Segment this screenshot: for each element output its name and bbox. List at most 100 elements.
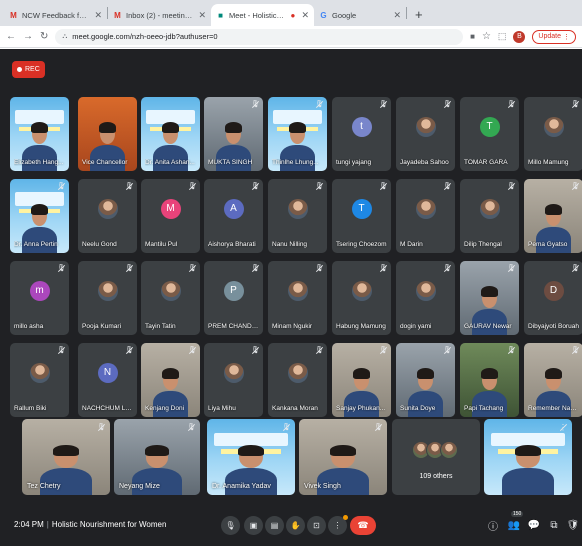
- tab-label: Google: [332, 10, 357, 20]
- participant-tile-remember-naku[interactable]: 🎙 Remember Naku...: [524, 343, 582, 417]
- participant-tile-mukta-singh[interactable]: 🎙 MUKTA SINGH: [204, 97, 263, 171]
- participant-tile-tez-chetry[interactable]: 🎙 Tez Chetry: [22, 419, 110, 495]
- new-tab-button[interactable]: +: [407, 7, 431, 26]
- extensions-icon[interactable]: ⬚: [498, 31, 507, 42]
- mic-off-icon: 🎙: [507, 183, 516, 190]
- participant-tile-dr-anita-ashan[interactable]: Dr. Anita Ashan...: [141, 97, 200, 171]
- participant-tile-gaurav-newar[interactable]: 🎙 GAURAV Newar: [460, 261, 519, 335]
- participant-name: Kenjang Doni: [145, 405, 185, 412]
- participant-name: millo asha: [14, 323, 44, 330]
- participant-tile-neyang-mize[interactable]: 🎙 Neyang Mize: [114, 419, 200, 495]
- back-icon[interactable]: ←: [6, 31, 16, 42]
- participant-tile-aishorya-bharati[interactable]: A 🎙 Aishorya Bharati: [204, 179, 263, 253]
- captions-button[interactable]: ▣: [244, 516, 263, 535]
- info-button[interactable]: ⓘ: [486, 518, 500, 533]
- avatar: [97, 198, 118, 219]
- participant-name: Papi Tachang: [464, 405, 504, 412]
- more-options-button[interactable]: ⋮: [328, 515, 348, 535]
- participant-tile-dogin-yami[interactable]: 🎙 dogin yami: [396, 261, 455, 335]
- mic-icon: 🎙: [225, 521, 236, 530]
- recording-badge[interactable]: REC: [12, 61, 45, 78]
- tab-ncw-feedback[interactable]: M NCW Feedback form - nisanth ✕: [4, 4, 107, 26]
- forward-icon[interactable]: →: [23, 31, 33, 42]
- close-icon[interactable]: ✕: [301, 10, 309, 21]
- site-info-icon[interactable]: ⛬: [62, 33, 67, 41]
- present-button[interactable]: ▤: [265, 516, 284, 535]
- participant-tile-millo-mamung[interactable]: 🎙 Millo Mamung: [524, 97, 582, 171]
- participant-name: Kankana Moran: [272, 405, 318, 412]
- participant-name: Mantilu Pul: [145, 241, 178, 248]
- participant-tile-kankana-moran[interactable]: 🎙 Kankana Moran: [268, 343, 327, 417]
- mic-button[interactable]: 🎙: [221, 516, 240, 535]
- close-icon[interactable]: ✕: [198, 10, 206, 21]
- others-tile[interactable]: 109 others: [392, 419, 480, 495]
- participant-tile-millo-asha[interactable]: m 🎙 millo asha: [10, 261, 69, 335]
- participant-tile-vivek-singh[interactable]: 🎙 Vivek Singh: [299, 419, 387, 495]
- participant-tile-nanu-nilling[interactable]: 🎙 Nanu Nilling: [268, 179, 327, 253]
- participant-tile-dr-anna-pertin[interactable]: 🎙 Dr. Anna Pertin: [10, 179, 69, 253]
- participant-tile-kenjang-doni[interactable]: 🎙 Kenjang Doni: [141, 343, 200, 417]
- participant-tile-tayin-tatin[interactable]: 🎙 Tayin Tatin: [141, 261, 200, 335]
- people-button[interactable]: 150 👥: [507, 511, 524, 532]
- activities-icon: ⧉: [550, 519, 558, 531]
- participant-tile-jayadeba-sahoo[interactable]: 🎙 Jayadeba Sahoo: [396, 97, 455, 171]
- reload-icon[interactable]: ↻: [40, 31, 48, 42]
- bookmark-star-icon[interactable]: ☆: [482, 31, 491, 42]
- mic-off-icon: 🎙: [282, 424, 291, 431]
- participant-tile-dibyajyoti-boruah[interactable]: D 🎙 Dibyajyoti Boruah: [524, 261, 582, 335]
- participant-tile-papi-tachang[interactable]: 🎙 Papi Tachang: [460, 343, 519, 417]
- camera-indicator-icon[interactable]: ■: [470, 32, 475, 41]
- participant-tile-minam-ngukir[interactable]: 🎙 Minam Ngukir: [268, 261, 327, 335]
- mic-off-icon: 🎙: [125, 347, 134, 354]
- participant-tile-pooja-kumari[interactable]: 🎙 Pooja Kumari: [78, 261, 137, 335]
- end-call-button[interactable]: ☎: [350, 516, 376, 535]
- avatar: N: [97, 362, 118, 383]
- close-icon[interactable]: ✕: [393, 10, 401, 21]
- participant-tile-pema-gyatso[interactable]: 🎙 Pema Gyatso: [524, 179, 582, 253]
- tab-inbox[interactable]: M Inbox (2) - meetings@ngouniv ✕: [108, 4, 211, 26]
- meeting-info: 2:04 PM | Holistic Nourishment for Women: [14, 520, 167, 529]
- participant-tile-mantilu-pul[interactable]: M 🎙 Mantilu Pul: [141, 179, 200, 253]
- participant-name: Dr. Anita Ashan...: [145, 159, 195, 166]
- participant-tile-tungi-yajang[interactable]: t 🎙 tungi yajang: [332, 97, 391, 171]
- profile-avatar[interactable]: B: [513, 30, 526, 43]
- participant-name: Thinlhe Lhung...: [272, 159, 319, 166]
- participant-tile-habung-mamung[interactable]: 🎙 Habung Mamung: [332, 261, 391, 335]
- tile-more-icon[interactable]: ⋮: [559, 424, 567, 432]
- url-field[interactable]: ⛬ meet.google.com/nzh-oeeo-jdb?authuser=…: [55, 28, 464, 45]
- participant-tile-thinlhe-lhung[interactable]: 🎙 Thinlhe Lhung...: [268, 97, 327, 171]
- participant-tile-m-darin[interactable]: 🎙 M Darin: [396, 179, 455, 253]
- meet-icon: ■: [218, 10, 223, 20]
- participant-tile-sanjay-phukan[interactable]: 🎙 Sanjay Phukan...: [332, 343, 391, 417]
- avatar: [415, 280, 436, 301]
- participant-tile-rallum-biki[interactable]: 🎙 Rallum Biki: [10, 343, 69, 417]
- participant-tile-liya-mihu[interactable]: 🎙 Liya Mihu: [204, 343, 263, 417]
- tab-meet[interactable]: ■ Meet - Holistic Nourishment ● ✕: [211, 4, 314, 26]
- participant-tile-neelu-gond[interactable]: 🎙 Neelu Gond: [78, 179, 137, 253]
- avatar: A: [223, 198, 244, 219]
- clock-time: 2:04 PM: [14, 520, 44, 529]
- participant-name: Habung Mamung: [336, 323, 386, 330]
- participant-name: Elizabeth Hang...: [14, 159, 64, 166]
- chat-button[interactable]: 💬: [527, 518, 541, 532]
- participant-tile-tomar-gara[interactable]: T 🎙 TOMAR GARA: [460, 97, 519, 171]
- participant-tile-dr-anamika-yadav[interactable]: 🎙 Dr. Anamika Yadav: [207, 419, 295, 495]
- participant-tile-sunita-doye[interactable]: 🎙 Sunita Doye: [396, 343, 455, 417]
- mic-off-icon: 🎙: [507, 265, 516, 272]
- share-screen-button[interactable]: ⊡: [307, 516, 326, 535]
- participant-tile-prem-chanda[interactable]: P 🎙 PREM CHANDA...: [204, 261, 263, 335]
- participant-tile-vice-chancellor[interactable]: Vice Chancellor: [78, 97, 137, 171]
- participant-tile-nachchum-le[interactable]: N 🎙 NACHCHUM LE...: [78, 343, 137, 417]
- participant-tile-tsering-choezom[interactable]: T 🎙 Tsering Choezom: [332, 179, 391, 253]
- activities-button[interactable]: ⧉: [547, 518, 561, 532]
- host-controls-button[interactable]: 🛡: [566, 518, 580, 532]
- tab-google[interactable]: G Google ✕: [314, 4, 406, 26]
- participant-name: GAURAV Newar: [464, 323, 512, 330]
- participant-tile-dilip-thengal[interactable]: 🎙 Dilip Thengal: [460, 179, 519, 253]
- participant-tile-elizabeth-hang[interactable]: Elizabeth Hang...: [10, 97, 69, 171]
- update-button[interactable]: Update ⋮: [532, 29, 576, 44]
- raise-hand-button[interactable]: ✋: [286, 516, 305, 535]
- presentation-tile[interactable]: ⋮: [484, 419, 572, 495]
- avatar: [351, 280, 372, 301]
- close-icon[interactable]: ✕: [94, 10, 102, 21]
